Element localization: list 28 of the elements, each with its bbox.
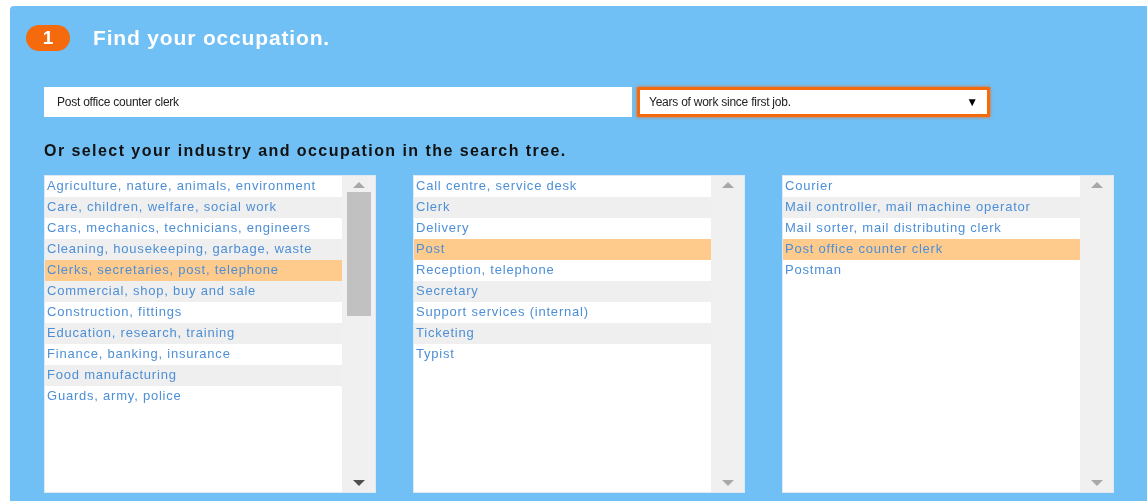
list-item[interactable]: Clerk [414, 196, 711, 218]
scrollbar[interactable] [1080, 175, 1113, 492]
scroll-thumb[interactable] [346, 191, 371, 316]
list-item[interactable]: Education, research, training [45, 322, 342, 344]
list-item[interactable]: Clerks, secretaries, post, telephone [45, 259, 342, 281]
list-item[interactable]: Secretary [414, 280, 711, 302]
list-item[interactable]: Post [414, 238, 711, 260]
list-box[interactable]: Courier Mail controller, mail machine operator Mail sorter, mail distributing clerk Post office counter clerk Postman [782, 174, 1114, 493]
search-field[interactable]: Post office counter clerk [44, 86, 632, 117]
list-item[interactable]: Mail controller, mail machine operator [783, 196, 1080, 218]
list-item[interactable]: Post office counter clerk [783, 238, 1080, 260]
section-title: Find your occupation. [93, 25, 330, 51]
tree-heading: Or select your industry and occupation in the search tree. [43, 140, 568, 161]
scrollbar[interactable] [711, 175, 744, 492]
scroll-up-icon[interactable] [352, 181, 365, 188]
experience-select[interactable]: Years of work since first job. ▼ [637, 86, 990, 117]
list-box[interactable]: Call centre, service desk Clerk Delivery Post Reception, telephone Secretary Support services (internal) Ticketing Typist [413, 174, 745, 493]
list-item[interactable]: Ticketing [414, 322, 711, 344]
list-item[interactable]: Commercial, shop, buy and sale [45, 280, 342, 302]
scrollbar[interactable] [342, 175, 375, 492]
dropdown-arrow-icon: ▼ [966, 92, 978, 111]
scroll-down-icon[interactable] [352, 479, 365, 486]
list-item[interactable]: Food manufacturing [45, 364, 342, 386]
step-badge: 1 [26, 24, 70, 51]
scroll-up-icon[interactable] [1090, 181, 1103, 188]
list-item[interactable]: Cleaning, housekeeping, garbage, waste [45, 238, 342, 260]
scroll-up-icon[interactable] [721, 181, 734, 188]
list-item[interactable]: Care, children, welfare, social work [45, 196, 342, 218]
